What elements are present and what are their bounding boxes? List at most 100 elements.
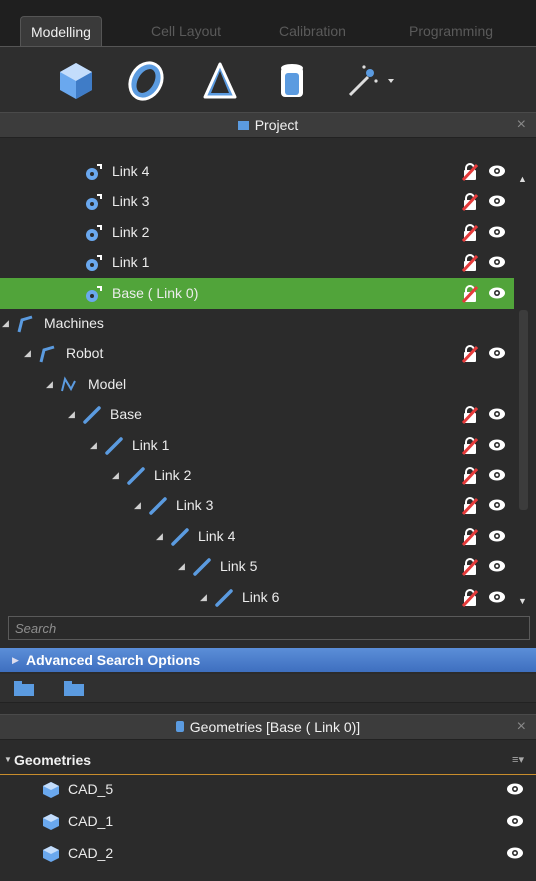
model-icon <box>60 375 80 395</box>
scroll-up-icon[interactable]: ▲ <box>518 174 527 184</box>
tree-item[interactable]: ◢ Robot <box>0 338 514 369</box>
search-input[interactable] <box>9 617 529 639</box>
lock-icon[interactable] <box>461 558 479 577</box>
cone-icon[interactable] <box>198 59 242 103</box>
lock-icon[interactable] <box>461 345 479 364</box>
close-project-button[interactable]: × <box>517 113 526 137</box>
tree-item[interactable]: Base ( Link 0) <box>0 277 514 309</box>
geometry-item[interactable]: CAD_1 <box>0 806 536 837</box>
tree-item-label: Link 3 <box>176 497 214 514</box>
tree-item[interactable]: ◢ Link 6 <box>0 582 514 613</box>
visibility-eye-icon[interactable] <box>488 498 506 512</box>
expand-toggle-icon[interactable]: ◢ <box>200 582 207 613</box>
visibility-eye-icon[interactable] <box>488 346 506 360</box>
link-icon <box>84 253 104 273</box>
expand-toggle-icon[interactable]: ◢ <box>46 369 53 400</box>
tab-cell-layout[interactable]: Cell Layout <box>151 18 221 44</box>
expand-toggle-icon[interactable]: ◢ <box>90 430 97 461</box>
machine-icon <box>38 344 58 364</box>
visibility-eye-icon[interactable] <box>506 782 524 796</box>
lock-icon[interactable] <box>461 163 479 182</box>
tree-item-label: Link 6 <box>242 588 280 605</box>
tree-item-label: Machines <box>44 315 104 331</box>
tree-item[interactable]: Link 1 <box>0 247 514 278</box>
lock-icon[interactable] <box>461 254 479 273</box>
toolbar <box>0 46 536 113</box>
scroll-down-icon[interactable]: ▼ <box>518 596 527 606</box>
tree-item[interactable]: Link 4 <box>0 156 514 187</box>
search-box <box>8 616 530 640</box>
visibility-eye-icon[interactable] <box>488 438 506 452</box>
lock-icon[interactable] <box>461 223 479 242</box>
visibility-eye-icon[interactable] <box>506 846 524 860</box>
expand-toggle-icon[interactable]: ◢ <box>178 551 185 582</box>
cylinder-icon[interactable] <box>270 59 314 103</box>
tree-item[interactable]: ◢ Base <box>0 399 514 430</box>
visibility-eye-icon[interactable] <box>488 164 506 178</box>
geometry-item[interactable]: CAD_5 <box>0 774 536 805</box>
tree-item[interactable]: ◢ Link 5 <box>0 551 514 582</box>
lock-icon[interactable] <box>461 588 479 607</box>
expand-toggle-icon[interactable]: ◢ <box>2 308 9 339</box>
box-icon <box>42 781 60 799</box>
folder-icon <box>237 121 249 130</box>
tab-modelling[interactable]: Modelling <box>20 16 102 47</box>
tree-item-label: Link 2 <box>112 223 150 240</box>
joint-icon <box>126 466 146 486</box>
visibility-eye-icon[interactable] <box>488 225 506 239</box>
close-geometries-button[interactable]: × <box>517 715 526 739</box>
tree-item[interactable]: ◢ Link 4 <box>0 521 514 552</box>
geometries-subheader[interactable]: ▼ Geometries ≡▾ <box>0 746 536 775</box>
open-folder-icon[interactable] <box>14 681 34 696</box>
tree-item[interactable]: ◢ Machines <box>0 308 514 339</box>
tree-item[interactable]: ◢ Link 1 <box>0 430 514 461</box>
tree-item[interactable]: Link 2 <box>0 217 514 248</box>
expand-toggle-icon[interactable]: ◢ <box>68 399 75 430</box>
tree-scrollbar[interactable]: ▲ ▼ <box>514 140 534 616</box>
folder-icon[interactable] <box>64 681 84 696</box>
advanced-search-options[interactable]: ▶ Advanced Search Options <box>0 648 536 672</box>
geometry-item[interactable]: CAD_2 <box>0 838 536 869</box>
tree-item[interactable]: Link 3 <box>0 186 514 217</box>
visibility-eye-icon[interactable] <box>488 529 506 543</box>
tab-programming[interactable]: Programming <box>409 18 493 44</box>
tree-item[interactable]: ◢ Link 3 <box>0 490 514 521</box>
advanced-search-label: Advanced Search Options <box>26 652 201 668</box>
cylinder-small-icon <box>175 721 184 732</box>
link-icon <box>84 162 104 182</box>
box-icon <box>42 813 60 831</box>
lock-icon[interactable] <box>461 406 479 425</box>
visibility-eye-icon[interactable] <box>488 590 506 604</box>
lock-icon[interactable] <box>461 467 479 486</box>
visibility-eye-icon[interactable] <box>488 194 506 208</box>
lock-icon[interactable] <box>461 497 479 516</box>
tree-item[interactable]: ◢ Model <box>0 369 514 400</box>
lock-icon[interactable] <box>461 284 479 303</box>
expand-toggle-icon[interactable]: ◢ <box>156 521 163 552</box>
geometry-label: CAD_2 <box>68 845 114 861</box>
visibility-eye-icon[interactable] <box>506 814 524 828</box>
box-icon[interactable] <box>54 59 98 103</box>
visibility-eye-icon[interactable] <box>488 407 506 421</box>
ellipse-icon[interactable] <box>124 59 168 103</box>
scroll-thumb[interactable] <box>519 310 528 510</box>
tree-item-label: Robot <box>66 345 104 362</box>
visibility-eye-icon[interactable] <box>488 255 506 269</box>
expand-toggle-icon[interactable]: ◢ <box>134 490 141 521</box>
visibility-eye-icon[interactable] <box>488 468 506 482</box>
collapse-arrow-icon[interactable]: ▼ <box>4 746 12 774</box>
link-icon <box>84 284 104 304</box>
expand-toggle-icon[interactable]: ◢ <box>112 460 119 491</box>
lock-icon[interactable] <box>461 436 479 455</box>
tree-item-label: Link 5 <box>220 558 258 575</box>
geometries-menu-icon[interactable]: ≡▾ <box>512 746 524 774</box>
visibility-eye-icon[interactable] <box>488 559 506 573</box>
expand-toggle-icon[interactable]: ◢ <box>24 338 31 369</box>
tree-item[interactable]: ◢ Link 2 <box>0 460 514 491</box>
magic-wand-dropdown-icon[interactable] <box>340 59 400 103</box>
tab-bar: Modelling Cell Layout Calibration Progra… <box>0 0 536 47</box>
lock-icon[interactable] <box>461 193 479 212</box>
lock-icon[interactable] <box>461 527 479 546</box>
visibility-eye-icon[interactable] <box>488 286 506 300</box>
tab-calibration[interactable]: Calibration <box>279 18 346 44</box>
